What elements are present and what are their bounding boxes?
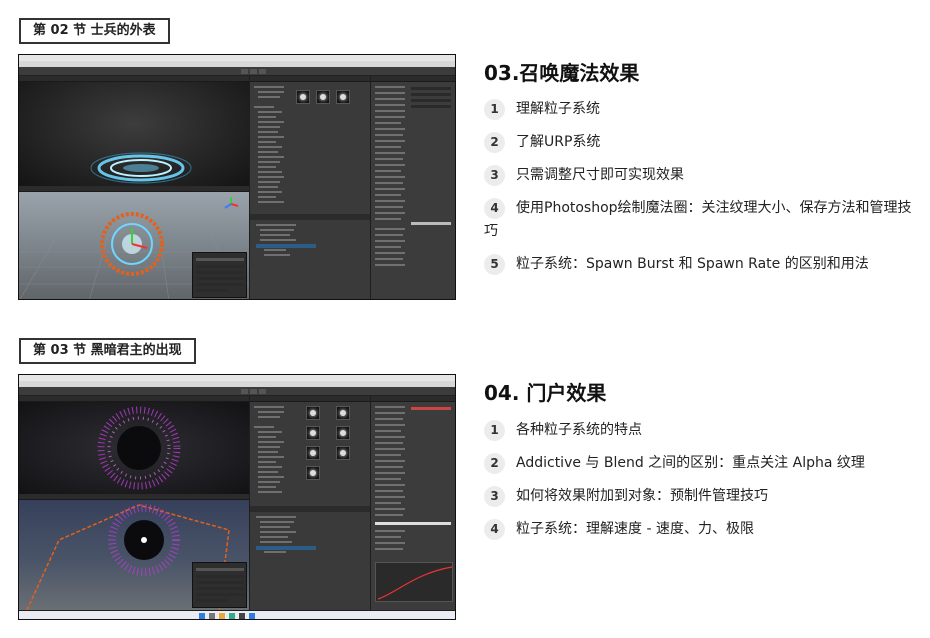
item-number-badge: 1 [484, 420, 505, 441]
list-item: 4 使用Photoshop绘制魔法圈：关注纹理大小、保存方法和管理技巧 [484, 197, 914, 243]
item-text: 各种粒子系统的特点 [516, 422, 642, 438]
list-item: 1 各种粒子系统的特点 [484, 419, 914, 442]
list-item: 5 粒子系统：Spawn Burst 和 Spawn Rate 的区别和用法 [484, 253, 914, 276]
list-item: 3 如何将效果附加到对象：预制件管理技巧 [484, 485, 914, 508]
item-number-badge: 4 [484, 519, 505, 540]
toolbar [19, 67, 455, 76]
particle-effect-overlay[interactable] [192, 562, 247, 608]
item-text: 如何将效果附加到对象：预制件管理技巧 [516, 488, 768, 504]
particle-effect-overlay[interactable] [192, 252, 247, 298]
item-number-badge: 1 [484, 99, 505, 120]
project-panel[interactable] [250, 402, 370, 610]
item-number-badge: 5 [484, 254, 505, 275]
magic-circle-icon [90, 152, 192, 184]
topic-list: 1 各种粒子系统的特点 2 Addictive 与 Blend 之间的区别：重点… [484, 419, 914, 541]
item-number-badge: 4 [484, 198, 505, 219]
section-title: 03.召唤魔法效果 [484, 61, 640, 85]
section-tag: 第 03 节 黑暗君主的出现 [19, 338, 196, 364]
list-item: 2 了解URP系统 [484, 131, 914, 154]
windows-taskbar[interactable] [19, 611, 455, 619]
unity-screenshot-summon [18, 54, 456, 300]
toolbar [19, 387, 455, 396]
item-text: 使用Photoshop绘制魔法圈：关注纹理大小、保存方法和管理技巧 [484, 200, 912, 239]
list-item: 1 理解粒子系统 [484, 98, 914, 121]
item-text: 粒子系统：Spawn Burst 和 Spawn Rate 的区别和用法 [516, 256, 869, 272]
project-panel[interactable] [250, 82, 370, 299]
curve-editor[interactable] [376, 563, 454, 603]
item-text: 粒子系统：理解速度 - 速度、力、极限 [516, 521, 754, 537]
item-text: 了解URP系统 [516, 134, 601, 150]
scene-view[interactable] [19, 192, 249, 299]
section-title: 04. 门户效果 [484, 381, 607, 405]
portal-icon [97, 406, 181, 490]
list-item: 3 只需调整尺寸即可实现效果 [484, 164, 914, 187]
item-text: 只需调整尺寸即可实现效果 [516, 167, 684, 183]
item-text: Addictive 与 Blend 之间的区别：重点关注 Alpha 纹理 [516, 455, 865, 471]
unity-screenshot-portal [18, 374, 456, 620]
item-number-badge: 2 [484, 132, 505, 153]
axis-gizmo-icon[interactable] [223, 196, 239, 212]
list-item: 4 粒子系统：理解速度 - 速度、力、极限 [484, 518, 914, 541]
inspector-panel[interactable] [371, 402, 455, 610]
game-view [19, 82, 249, 186]
inspector-panel[interactable] [371, 82, 455, 299]
game-view [19, 402, 249, 494]
item-number-badge: 3 [484, 486, 505, 507]
scene-view[interactable] [19, 500, 249, 611]
section-tag: 第 02 节 士兵的外表 [19, 18, 170, 44]
item-text: 理解粒子系统 [516, 101, 600, 117]
list-item: 2 Addictive 与 Blend 之间的区别：重点关注 Alpha 纹理 [484, 452, 914, 475]
item-number-badge: 2 [484, 453, 505, 474]
topic-list: 1 理解粒子系统 2 了解URP系统 3 只需调整尺寸即可实现效果 4 使用Ph… [484, 98, 914, 276]
item-number-badge: 3 [484, 165, 505, 186]
